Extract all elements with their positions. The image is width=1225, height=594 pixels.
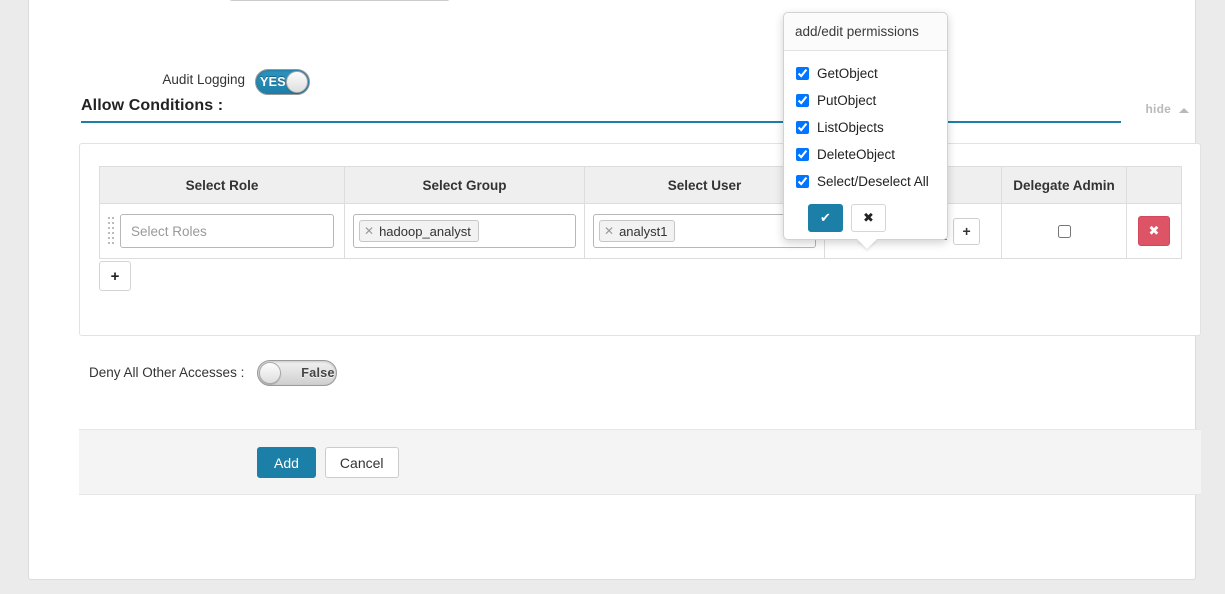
popover-confirm-button[interactable]: ✔ xyxy=(808,204,843,232)
remove-tag-icon[interactable]: ✕ xyxy=(364,224,374,238)
popover-arrow-icon xyxy=(857,239,877,249)
table-row: Select Roles ✕ hadoop_analyst xyxy=(100,204,1182,259)
permission-label-select-deselect-all: Select/Deselect All xyxy=(817,174,929,189)
group-tag[interactable]: ✕ hadoop_analyst xyxy=(359,220,479,242)
audit-logging-toggle-text: YES xyxy=(256,70,290,94)
form-footer: Add Cancel xyxy=(79,429,1201,495)
allow-conditions-table: Select Role Select Group Select User Del… xyxy=(99,166,1182,259)
permission-item-getobject[interactable]: GetObject xyxy=(796,60,947,87)
permission-checkbox-getobject[interactable] xyxy=(796,67,809,80)
permission-checkbox-putobject[interactable] xyxy=(796,94,809,107)
audit-logging-row: Audit Logging YES xyxy=(29,67,1195,101)
deny-toggle-knob xyxy=(259,362,281,384)
allow-conditions-header: Allow Conditions : hide xyxy=(81,97,1193,123)
policy-form-card: Audit Logging YES Allow Conditions : hid… xyxy=(28,0,1196,580)
cell-select-group: ✕ hadoop_analyst xyxy=(345,204,585,259)
audit-logging-toggle-knob xyxy=(286,71,308,93)
remove-tag-icon[interactable]: ✕ xyxy=(604,224,614,238)
permission-checkbox-select-deselect-all[interactable] xyxy=(796,175,809,188)
header-actions xyxy=(1127,167,1182,204)
permission-item-deleteobject[interactable]: DeleteObject xyxy=(796,141,947,168)
deny-toggle-wrap: False xyxy=(257,360,337,388)
user-tag[interactable]: ✕ analyst1 xyxy=(599,220,675,242)
delete-row-button[interactable]: ✖ xyxy=(1138,216,1170,246)
delegate-admin-checkbox[interactable] xyxy=(1058,225,1071,238)
audit-logging-label: Audit Logging xyxy=(125,72,245,87)
header-delegate-admin: Delegate Admin xyxy=(1002,167,1127,204)
cell-actions: ✖ xyxy=(1127,204,1182,259)
add-button[interactable]: Add xyxy=(257,447,316,478)
header-select-role: Select Role xyxy=(100,167,345,204)
caret-up-icon[interactable] xyxy=(1179,108,1189,113)
row-drag-handle[interactable] xyxy=(108,217,114,247)
cell-delegate-admin xyxy=(1002,204,1127,259)
permission-item-listobjects[interactable]: ListObjects xyxy=(796,114,947,141)
cell-select-role: Select Roles xyxy=(100,204,345,259)
permission-checkbox-deleteobject[interactable] xyxy=(796,148,809,161)
table-header-row: Select Role Select Group Select User Del… xyxy=(100,167,1182,204)
permission-label-putobject: PutObject xyxy=(817,93,876,108)
deny-all-other-accesses-row: Deny All Other Accesses : False xyxy=(29,359,1195,389)
deny-all-other-accesses-label: Deny All Other Accesses : xyxy=(89,365,244,380)
add-condition-row-button[interactable]: + xyxy=(99,261,131,291)
permission-item-putobject[interactable]: PutObject xyxy=(796,87,947,114)
footer-button-group: Add Cancel xyxy=(257,447,399,478)
add-edit-permissions-popover: add/edit permissions GetObject PutObject… xyxy=(783,12,948,240)
permission-item-select-deselect-all[interactable]: Select/Deselect All xyxy=(796,168,947,195)
description-textarea[interactable] xyxy=(229,0,450,1)
add-permissions-plus-button[interactable]: + xyxy=(953,218,980,245)
group-tag-label: hadoop_analyst xyxy=(379,224,471,239)
select-roles-placeholder: Select Roles xyxy=(126,224,207,239)
permission-label-getobject: GetObject xyxy=(817,66,878,81)
cancel-button[interactable]: Cancel xyxy=(325,447,399,478)
user-tag-label: analyst1 xyxy=(619,224,667,239)
popover-action-buttons: ✔ ✖ xyxy=(784,195,947,232)
select-group-input[interactable]: ✕ hadoop_analyst xyxy=(353,214,576,248)
permission-label-listobjects: ListObjects xyxy=(817,120,884,135)
permission-checkbox-listobjects[interactable] xyxy=(796,121,809,134)
audit-logging-toggle[interactable]: YES xyxy=(255,69,310,95)
allow-conditions-title: Allow Conditions : xyxy=(81,97,223,115)
hide-toggle-link[interactable]: hide xyxy=(1146,102,1171,116)
allow-conditions-panel: Select Role Select Group Select User Del… xyxy=(79,143,1201,336)
popover-cancel-button[interactable]: ✖ xyxy=(851,204,886,232)
permission-label-deleteobject: DeleteObject xyxy=(817,147,895,162)
popover-title: add/edit permissions xyxy=(784,13,947,51)
popover-permission-list: GetObject PutObject ListObjects DeleteOb… xyxy=(784,51,947,195)
deny-all-other-accesses-toggle[interactable]: False xyxy=(257,360,337,386)
deny-toggle-text: False xyxy=(300,361,336,385)
header-select-group: Select Group xyxy=(345,167,585,204)
select-roles-input[interactable]: Select Roles xyxy=(120,214,334,248)
allow-conditions-underline xyxy=(81,121,1121,123)
